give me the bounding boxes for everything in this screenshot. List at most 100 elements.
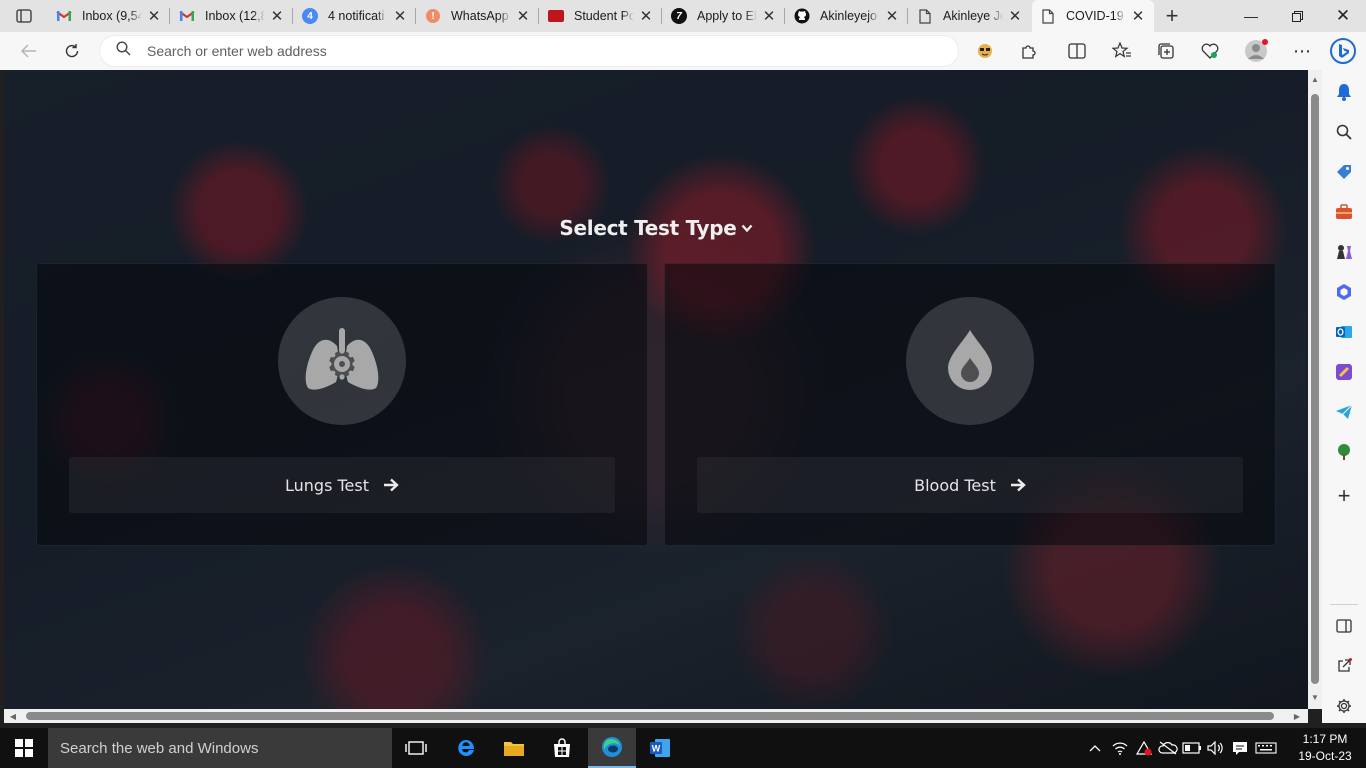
hide-sidebar-icon[interactable] bbox=[1332, 614, 1356, 638]
wifi-icon[interactable] bbox=[1108, 728, 1132, 768]
blood-test-label: Blood Test bbox=[914, 475, 996, 495]
close-tab-icon[interactable]: ✕ bbox=[638, 8, 654, 25]
close-tab-icon[interactable]: ✕ bbox=[392, 8, 408, 25]
file-explorer-icon[interactable] bbox=[490, 728, 538, 768]
web-page-viewport: Select Test Type Lungs Test Blood Test bbox=[4, 70, 1308, 709]
close-tab-icon[interactable]: ✕ bbox=[515, 8, 531, 25]
tab-title: WhatsApp bbox=[451, 9, 509, 23]
bing-copilot-icon[interactable] bbox=[1328, 36, 1358, 66]
search-icon[interactable] bbox=[1332, 120, 1356, 144]
covid-test-page: Select Test Type Lungs Test Blood Test bbox=[4, 70, 1308, 709]
onedrive-icon[interactable] bbox=[1156, 728, 1180, 768]
tab-akinleye[interactable]: Akinleye Jo ✕ bbox=[909, 0, 1031, 32]
edge-sidebar: + bbox=[1322, 70, 1366, 723]
action-center-icon[interactable] bbox=[1228, 728, 1252, 768]
designer-icon[interactable] bbox=[1332, 360, 1356, 384]
clock-time: 1:17 PM bbox=[1302, 732, 1348, 746]
favorites-icon[interactable] bbox=[1107, 36, 1137, 66]
scroll-left-icon[interactable]: ◀ bbox=[6, 709, 20, 723]
close-window-button[interactable]: ✕ bbox=[1320, 0, 1366, 32]
vertical-scroll-thumb[interactable] bbox=[1311, 94, 1319, 684]
settings-gear-icon[interactable] bbox=[1332, 694, 1356, 718]
extensions-icon[interactable] bbox=[1014, 36, 1044, 66]
profile-avatar[interactable] bbox=[1241, 36, 1271, 66]
add-sidebar-app-icon[interactable]: + bbox=[1332, 483, 1356, 508]
scroll-down-icon[interactable]: ▼ bbox=[1308, 690, 1322, 704]
blood-test-card: Blood Test bbox=[664, 263, 1276, 546]
shopping-tag-icon[interactable] bbox=[1332, 160, 1356, 184]
tab-inbox-2[interactable]: Inbox (12,8 ✕ bbox=[171, 0, 293, 32]
arrow-right-icon bbox=[383, 478, 399, 492]
address-bar[interactable] bbox=[100, 36, 958, 66]
network-alert-icon[interactable] bbox=[1132, 728, 1156, 768]
show-hidden-icons[interactable] bbox=[1084, 728, 1106, 768]
tab-whatsapp[interactable]: ! WhatsApp ✕ bbox=[417, 0, 539, 32]
tab-title: Apply to El bbox=[697, 9, 757, 23]
close-tab-icon[interactable]: ✕ bbox=[269, 8, 285, 25]
lungs-icon-container bbox=[278, 297, 406, 425]
arrow-right-icon bbox=[1010, 478, 1026, 492]
tab-notifications[interactable]: 4 4 notificati ✕ bbox=[294, 0, 416, 32]
close-tab-icon[interactable]: ✕ bbox=[1130, 8, 1146, 25]
tab-covid-19[interactable]: COVID-19 ✕ bbox=[1032, 0, 1154, 32]
horizontal-scroll-thumb[interactable] bbox=[26, 712, 1274, 720]
select-test-type-dropdown[interactable]: Select Test Type bbox=[4, 216, 1308, 240]
more-options-icon[interactable]: ⋯ bbox=[1287, 36, 1317, 66]
tab-student-portal[interactable]: Student Po ✕ bbox=[540, 0, 662, 32]
tab-title: Akinleye Jo bbox=[943, 9, 1003, 23]
microsoft-word-icon[interactable]: W bbox=[636, 728, 684, 768]
gmail-icon bbox=[179, 8, 195, 24]
send-telegram-icon[interactable] bbox=[1332, 400, 1356, 424]
volume-icon[interactable] bbox=[1204, 728, 1228, 768]
games-chess-icon[interactable] bbox=[1332, 240, 1356, 264]
tab-github[interactable]: Akinleyejo ✕ bbox=[786, 0, 908, 32]
tab-actions-icon[interactable] bbox=[8, 4, 40, 28]
microsoft-edge-icon[interactable] bbox=[588, 728, 636, 768]
address-input[interactable] bbox=[147, 43, 847, 59]
tree-icon[interactable] bbox=[1332, 440, 1356, 464]
close-tab-icon[interactable]: ✕ bbox=[884, 8, 900, 25]
windows-taskbar: Search the web and Windows W 1:17 PM 19-… bbox=[0, 728, 1366, 768]
task-view-icon[interactable] bbox=[392, 728, 440, 768]
scroll-up-icon[interactable]: ▲ bbox=[1308, 72, 1322, 86]
open-external-icon[interactable] bbox=[1332, 654, 1356, 678]
tab-inbox-1[interactable]: Inbox (9,54 ✕ bbox=[48, 0, 170, 32]
browser-essentials-icon[interactable] bbox=[1195, 36, 1225, 66]
microsoft-365-icon[interactable] bbox=[1332, 280, 1356, 304]
restore-button[interactable] bbox=[1274, 0, 1320, 32]
back-icon[interactable] bbox=[14, 36, 44, 66]
tab-title: COVID-19 bbox=[1066, 9, 1124, 23]
student-portal-icon bbox=[548, 8, 564, 24]
extension-avatar-icon[interactable] bbox=[970, 36, 1000, 66]
new-tab-button[interactable]: + bbox=[1160, 3, 1184, 28]
scroll-right-icon[interactable]: ▶ bbox=[1290, 709, 1304, 723]
blood-test-button[interactable]: Blood Test bbox=[697, 457, 1243, 513]
internet-explorer-icon[interactable] bbox=[442, 728, 490, 768]
whatsapp-icon: ! bbox=[425, 8, 441, 24]
search-icon bbox=[116, 41, 131, 61]
close-tab-icon[interactable]: ✕ bbox=[1007, 8, 1023, 25]
page-icon bbox=[1040, 8, 1056, 24]
close-tab-icon[interactable]: ✕ bbox=[761, 8, 777, 25]
notifications-bell-icon[interactable] bbox=[1332, 80, 1356, 104]
keyboard-icon[interactable] bbox=[1252, 728, 1280, 768]
microsoft-store-icon[interactable] bbox=[538, 728, 586, 768]
horizontal-scrollbar[interactable]: ◀ ▶ bbox=[4, 709, 1308, 723]
minimize-button[interactable]: — bbox=[1228, 0, 1274, 32]
close-tab-icon[interactable]: ✕ bbox=[146, 8, 162, 25]
vertical-scrollbar[interactable]: ▲ ▼ bbox=[1308, 70, 1322, 709]
windows-start-button[interactable] bbox=[0, 728, 48, 768]
taskbar-search-box[interactable]: Search the web and Windows bbox=[48, 728, 392, 768]
lungs-test-button[interactable]: Lungs Test bbox=[69, 457, 615, 513]
battery-icon[interactable] bbox=[1180, 728, 1204, 768]
collections-icon[interactable] bbox=[1151, 36, 1181, 66]
refresh-icon[interactable] bbox=[57, 36, 87, 66]
notification-badge-icon: 4 bbox=[302, 8, 318, 24]
outlook-icon[interactable] bbox=[1332, 320, 1356, 344]
tools-briefcase-icon[interactable] bbox=[1332, 200, 1356, 224]
tab-apply[interactable]: 7 Apply to El ✕ bbox=[663, 0, 785, 32]
system-clock[interactable]: 1:17 PM 19-Oct-23 bbox=[1290, 731, 1360, 765]
tab-title: Akinleyejo bbox=[820, 9, 877, 23]
github-icon bbox=[794, 8, 810, 24]
split-screen-icon[interactable] bbox=[1062, 36, 1092, 66]
